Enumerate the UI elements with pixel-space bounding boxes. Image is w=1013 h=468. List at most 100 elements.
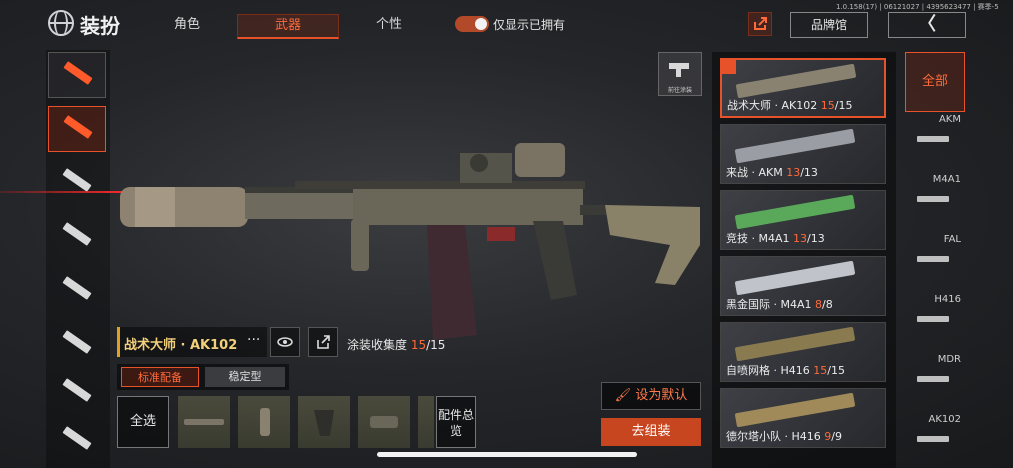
skin-name: 竞技 · M4A1 bbox=[726, 232, 793, 245]
category-sniper[interactable] bbox=[48, 268, 106, 314]
skin-preview bbox=[734, 194, 856, 230]
tab-standard-loadout[interactable]: 标准配备 bbox=[121, 367, 199, 387]
skin-total: /15 bbox=[827, 364, 845, 377]
category-smg[interactable] bbox=[48, 160, 106, 206]
loadout-tabs: 标准配备 稳定型 bbox=[117, 364, 289, 390]
stock bbox=[605, 205, 700, 285]
skin-label: 来战 · AKM 13/13 bbox=[726, 164, 818, 180]
skin-card[interactable]: 自喷网格 · H416 15/15 bbox=[720, 322, 886, 382]
brand-hall-button[interactable]: 品牌馆 bbox=[790, 12, 868, 38]
attachment-summary-button[interactable]: 配件总览 bbox=[436, 396, 476, 448]
weapon-model bbox=[120, 143, 700, 340]
shotgun-icon bbox=[62, 222, 92, 246]
smg-icon bbox=[62, 168, 92, 192]
attachment-grip[interactable] bbox=[298, 396, 350, 448]
skin-preview bbox=[734, 260, 856, 296]
category-shotgun[interactable] bbox=[48, 214, 106, 260]
laser-beam bbox=[0, 191, 130, 193]
skin-card[interactable]: 德尔塔小队 · H416 9/9 bbox=[720, 388, 886, 448]
filter-label: AKM bbox=[938, 114, 961, 125]
filter-label: H416 bbox=[934, 294, 961, 305]
share-weapon-button[interactable] bbox=[308, 327, 338, 357]
category-marksman[interactable] bbox=[48, 370, 106, 416]
back-button[interactable]: 〈 bbox=[888, 12, 966, 38]
attachment-suppressor[interactable] bbox=[178, 396, 230, 448]
skin-card[interactable]: 竞技 · M4A1 13/13 bbox=[720, 190, 886, 250]
tab-stable-loadout[interactable]: 稳定型 bbox=[205, 367, 285, 387]
filter-mdr[interactable]: MDR bbox=[905, 354, 965, 408]
skin-name: 德尔塔小队 · H416 bbox=[726, 430, 825, 443]
eye-icon bbox=[277, 337, 293, 347]
assault-rifle-icon bbox=[63, 115, 93, 139]
filter-label: MDR bbox=[937, 354, 961, 365]
fal-icon bbox=[917, 256, 949, 262]
skin-collection-progress: 涂装收集度 15/15 bbox=[347, 336, 445, 353]
attachment-optic[interactable] bbox=[358, 396, 410, 448]
m4a1-icon bbox=[917, 196, 949, 202]
set-default-button[interactable]: 🖌 设为默认 bbox=[601, 382, 701, 410]
share-icon bbox=[317, 335, 330, 349]
skin-preview bbox=[735, 63, 857, 99]
weapon-name: 战术大师 · AK102 bbox=[124, 338, 238, 353]
share-icon bbox=[754, 17, 767, 30]
skin-name: 自喷网格 · H416 bbox=[726, 364, 814, 377]
category-all-weapons[interactable] bbox=[48, 52, 106, 98]
ak102-icon bbox=[917, 436, 949, 442]
collection-total: /15 bbox=[426, 338, 446, 352]
weapon-category-icon bbox=[63, 61, 93, 85]
toggle-knob bbox=[475, 18, 487, 30]
weapon-filter-list: 全部 AKM M4A1 FAL H416 MDR AK102 bbox=[905, 52, 965, 468]
top-bar: 装扮 角色 武器 个性 仅显示已拥有 1.0.158(17) | 0612102… bbox=[0, 0, 1013, 48]
paint-gun-icon bbox=[669, 63, 689, 77]
h416-icon bbox=[917, 316, 949, 322]
skin-total: /9 bbox=[831, 430, 842, 443]
filter-m4a1[interactable]: M4A1 bbox=[905, 174, 965, 228]
filter-all[interactable]: 全部 bbox=[905, 52, 965, 112]
version-text: 1.0.158(17) | 06121027 | 4395623477 | 赛季… bbox=[836, 3, 999, 11]
weapon-category-list bbox=[46, 50, 110, 468]
tab-personality[interactable]: 个性 bbox=[362, 14, 416, 36]
go-paint-button[interactable]: 前往涂装 bbox=[658, 52, 702, 96]
skin-label: 战术大师 · AK102 15/15 bbox=[727, 97, 852, 113]
mdr-icon bbox=[917, 376, 949, 382]
pistol-icon bbox=[62, 426, 92, 450]
category-lmg[interactable] bbox=[48, 322, 106, 368]
skin-card[interactable]: 战术大师 · AK102 15/15 bbox=[720, 58, 886, 118]
optic-icon bbox=[370, 416, 398, 428]
filter-h416[interactable]: H416 bbox=[905, 294, 965, 348]
attachment-foregrip[interactable] bbox=[238, 396, 290, 448]
share-button[interactable] bbox=[748, 12, 772, 36]
skin-total: /8 bbox=[822, 298, 833, 311]
select-all-button[interactable]: 全选 bbox=[117, 396, 169, 448]
go-assemble-button[interactable]: 去组装 bbox=[601, 418, 701, 446]
category-pistol[interactable] bbox=[48, 418, 106, 464]
pistol-grip bbox=[533, 221, 577, 300]
grip-icon bbox=[314, 410, 334, 436]
owned-only-toggle[interactable] bbox=[455, 16, 489, 32]
home-indicator[interactable] bbox=[377, 452, 637, 457]
skin-owned: 8 bbox=[815, 298, 822, 311]
filter-akm[interactable]: AKM bbox=[905, 114, 965, 168]
skin-owned: 15 bbox=[820, 99, 835, 112]
go-paint-label: 前往涂装 bbox=[667, 87, 692, 94]
more-options-button[interactable]: ··· bbox=[247, 332, 260, 348]
tab-weapon[interactable]: 武器 bbox=[237, 14, 339, 39]
preview-button[interactable] bbox=[270, 327, 300, 357]
attachment-more[interactable] bbox=[418, 396, 434, 448]
collection-label: 涂装收集度 bbox=[347, 338, 408, 352]
skin-total: /13 bbox=[807, 232, 825, 245]
globe-icon bbox=[48, 10, 74, 36]
skin-total: /15 bbox=[834, 99, 853, 112]
foregrip-icon bbox=[260, 408, 270, 436]
category-assault-rifle[interactable] bbox=[48, 106, 106, 152]
filter-ak102[interactable]: AK102 bbox=[905, 414, 965, 468]
tab-character[interactable]: 角色 bbox=[160, 14, 214, 36]
lmg-icon bbox=[62, 330, 92, 354]
skin-card[interactable]: 黑金国际 · M4A1 8/8 bbox=[720, 256, 886, 316]
filter-fal[interactable]: FAL bbox=[905, 234, 965, 288]
skin-card[interactable]: 来战 · AKM 13/13 bbox=[720, 124, 886, 184]
equipped-brush-tag bbox=[722, 60, 736, 74]
skin-owned: 13 bbox=[793, 232, 807, 245]
handguard bbox=[245, 193, 355, 219]
page-title: 装扮 bbox=[80, 14, 120, 38]
